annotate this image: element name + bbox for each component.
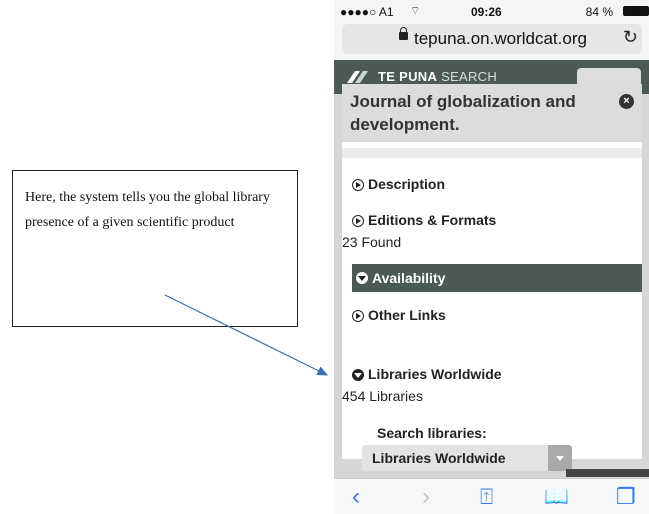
annotation-arrow [164,294,329,376]
